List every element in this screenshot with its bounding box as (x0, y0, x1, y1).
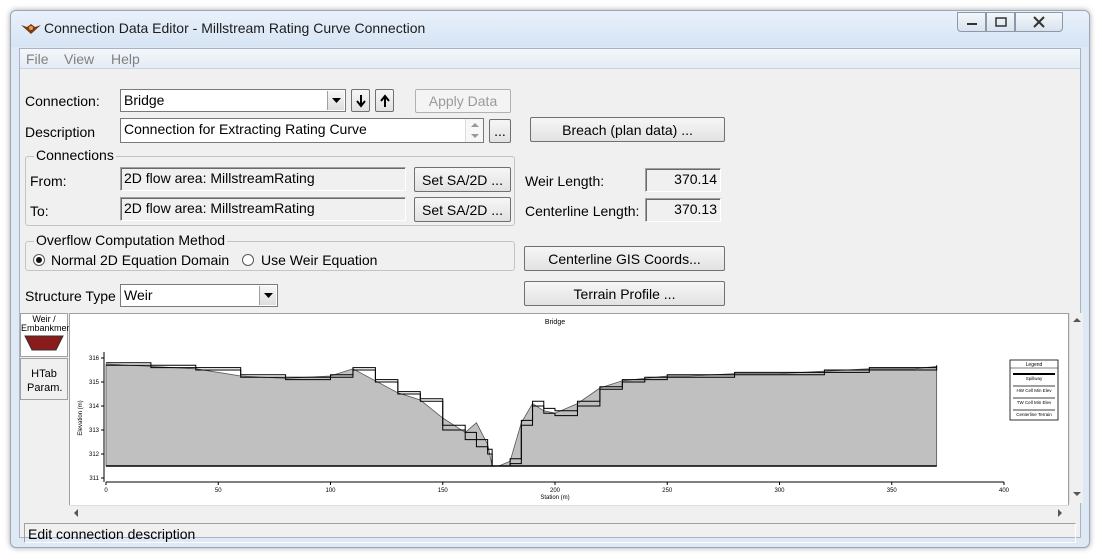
to-label: To: (30, 203, 49, 219)
terrain-profile-button[interactable]: Terrain Profile ... (524, 281, 725, 306)
normal-2d-radio[interactable] (33, 254, 45, 266)
centerline-gis-coords-button[interactable]: Centerline GIS Coords... (524, 246, 725, 271)
chevron-down-icon (331, 98, 341, 103)
scroll-left-icon (74, 509, 78, 517)
to-value-field: 2D flow area: MillstreamRating (120, 197, 406, 221)
from-value-field: 2D flow area: MillstreamRating (120, 167, 406, 191)
x-tick-label: 150 (438, 488, 449, 494)
weir-length-value: 370.14 (674, 171, 717, 187)
connection-data-editor-window: Connection Data Editor - Millstream Rati… (10, 10, 1090, 548)
x-tick-label: 350 (887, 488, 898, 494)
status-bar: Edit connection description (24, 523, 1076, 543)
tab-weir-embankment[interactable]: Weir / Embankment (20, 313, 75, 357)
chevron-down-icon (263, 293, 273, 298)
apply-data-button[interactable]: Apply Data (415, 89, 511, 113)
x-tick-label: 0 (104, 488, 108, 494)
close-button[interactable] (1015, 12, 1063, 32)
legend-entry: HW Cell Min Elev (1016, 388, 1052, 393)
x-tick-label: 100 (325, 488, 336, 494)
x-tick-label: 200 (550, 488, 561, 494)
centerline-length-value: 370.13 (674, 201, 717, 217)
from-label: From: (30, 173, 67, 189)
set-from-button[interactable]: Set SA/2D ... (414, 167, 511, 192)
structure-type-select[interactable]: Weir (120, 284, 278, 307)
plot-vertical-scrollbar[interactable] (1069, 313, 1083, 503)
use-weir-radio[interactable] (242, 254, 254, 266)
from-value: 2D flow area: MillstreamRating (124, 170, 315, 186)
use-weir-label[interactable]: Use Weir Equation (261, 252, 377, 268)
y-tick-label: 312 (89, 452, 100, 458)
connection-value: Bridge (124, 92, 165, 108)
normal-2d-label[interactable]: Normal 2D Equation Domain (51, 252, 229, 268)
structure-dropdown-arrow[interactable] (259, 286, 276, 305)
scroll-down-icon (471, 134, 479, 138)
profile-plot: 0 50 100 150 200 250 300 350 400 311 312 313 314 315 3… (69, 313, 1069, 509)
description-more-button[interactable]: ... (489, 119, 511, 143)
status-text: Edit connection description (28, 526, 196, 542)
minimize-button[interactable] (957, 12, 986, 32)
y-tick-label: 311 (89, 476, 99, 482)
y-tick-label: 315 (89, 380, 100, 386)
x-tick-label: 300 (774, 488, 785, 494)
menu-help[interactable]: Help (111, 51, 140, 67)
x-axis-label: Station (m) (540, 495, 569, 501)
menu-file[interactable]: File (26, 51, 49, 67)
plot-horizontal-scrollbar[interactable] (69, 505, 1069, 519)
description-label: Description (25, 124, 96, 140)
centerline-length-label: Centerline Length: (525, 203, 640, 219)
maximize-button[interactable] (986, 12, 1015, 32)
breach-plan-data-button[interactable]: Breach (plan data) ... (530, 117, 725, 142)
title-bar: Connection Data Editor - Millstream Rati… (11, 11, 1089, 47)
weir-length-field: 370.14 (645, 168, 721, 192)
tab-htab-param[interactable]: HTab Param. (20, 358, 68, 400)
y-tick-label: 316 (89, 356, 100, 362)
overflow-method-title: Overflow Computation Method (34, 232, 228, 248)
structure-type-value: Weir (124, 287, 153, 303)
maximize-icon (994, 17, 1007, 27)
menu-view[interactable]: View (64, 51, 94, 67)
x-tick-label: 50 (215, 488, 222, 494)
legend-title: Legend (1026, 362, 1043, 368)
scroll-right-icon (1058, 509, 1062, 517)
connection-dropdown-arrow[interactable] (327, 91, 344, 110)
chart-title: Bridge (545, 319, 565, 326)
tab-htab-label: HTab Param. (27, 368, 63, 394)
y-tick-label: 313 (89, 428, 100, 434)
description-input[interactable]: Connection for Extracting Rating Curve (120, 118, 484, 143)
scroll-up-icon (471, 123, 479, 127)
arrow-up-icon (379, 93, 390, 107)
description-value: Connection for Extracting Rating Curve (124, 121, 367, 137)
connection-label: Connection: (25, 93, 100, 109)
editor-client-area: File View Help Connection: Bridge Apply … (19, 48, 1083, 543)
hec-ras-icon (21, 24, 41, 34)
x-tick-label: 400 (999, 488, 1010, 494)
legend-entry: TW Cell Min Elev (1017, 400, 1052, 405)
connection-select[interactable]: Bridge (120, 89, 346, 112)
legend-entry: Spillway (1026, 376, 1043, 381)
connections-group-title: Connections (34, 147, 116, 163)
to-value: 2D flow area: MillstreamRating (124, 200, 315, 216)
minimize-icon (966, 23, 977, 25)
profile-chart: 0 50 100 150 200 250 300 350 400 311 312 313 314 315 3… (78, 319, 1059, 501)
centerline-length-field: 370.13 (645, 198, 721, 222)
x-tick-label: 250 (662, 488, 673, 494)
close-icon (1033, 16, 1045, 28)
scroll-up-icon (1073, 318, 1081, 322)
tab-weir-label: Weir / Embankment (21, 314, 75, 333)
legend-entry: Centerline Terrain (1016, 412, 1052, 417)
scroll-down-icon (1073, 492, 1081, 496)
next-connection-button[interactable] (351, 89, 370, 112)
arrow-down-icon (355, 94, 366, 108)
y-axis-label: Elevation (m) (78, 400, 84, 435)
set-to-button[interactable]: Set SA/2D ... (414, 197, 511, 222)
weir-length-label: Weir Length: (525, 173, 605, 189)
window-title: Connection Data Editor - Millstream Rati… (44, 20, 426, 36)
structure-type-label: Structure Type (25, 288, 116, 304)
menu-bar: File View Help (20, 49, 1080, 69)
description-scrollbar[interactable] (465, 119, 483, 142)
previous-connection-button[interactable] (375, 89, 394, 112)
embankment-icon (24, 335, 64, 351)
y-tick-label: 314 (89, 404, 100, 410)
